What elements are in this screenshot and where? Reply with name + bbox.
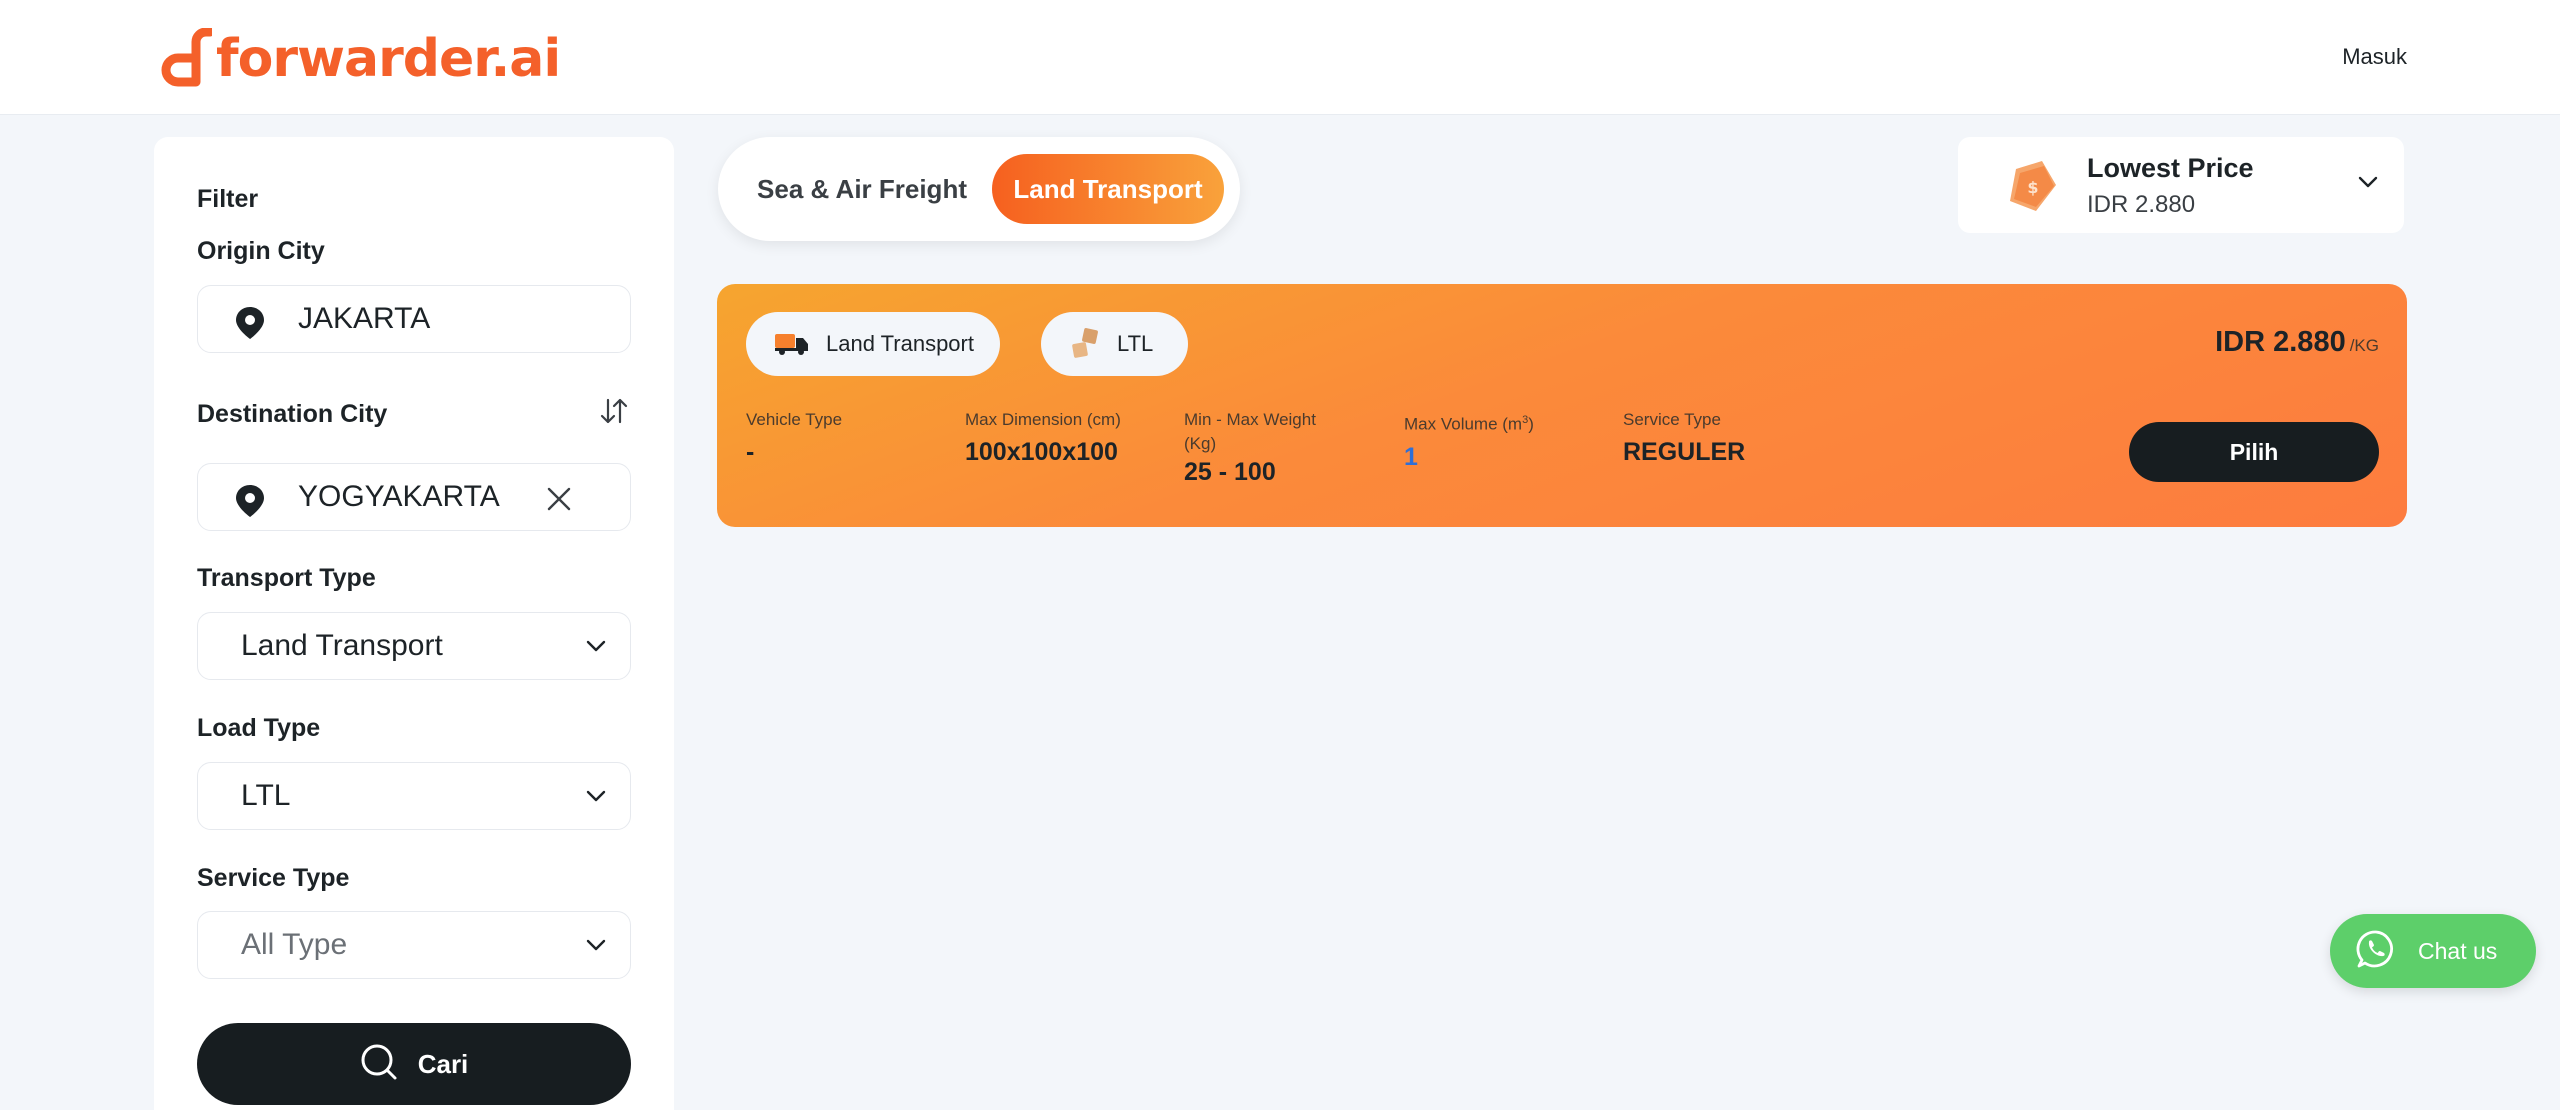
filter-title: Filter	[197, 185, 259, 213]
tab-sea-air-freight[interactable]: Sea & Air Freight	[752, 154, 972, 224]
chevron-down-icon	[586, 789, 606, 808]
origin-city-field[interactable]: JAKARTA	[197, 285, 631, 353]
load-type-label: Load Type	[197, 714, 321, 742]
select-button[interactable]: Pilih	[2129, 422, 2379, 482]
spec-label: Min - Max Weight (Kg)	[1184, 410, 1316, 453]
top-navbar: forwarder.ai Masuk	[0, 0, 2560, 115]
origin-city-value: JAKARTA	[298, 302, 431, 335]
price-amount: IDR 2.880	[2215, 326, 2346, 358]
logo-text: forwarder.ai	[216, 29, 561, 89]
chevron-down-icon	[2358, 175, 2378, 194]
boxes-icon	[1069, 327, 1101, 361]
service-type-label: Service Type	[197, 864, 350, 892]
chip-transport-label: Land Transport	[826, 331, 974, 356]
origin-city-label: Origin City	[197, 237, 325, 265]
transport-type-value: Land Transport	[241, 629, 443, 662]
filter-sidebar: Filter Origin City JAKARTA Destination C…	[154, 137, 674, 1110]
sort-title: Lowest Price	[2087, 153, 2254, 183]
load-type-select[interactable]: LTL	[197, 762, 631, 830]
swap-direction-icon[interactable]	[600, 396, 628, 431]
chevron-down-icon	[586, 938, 606, 957]
sort-value: IDR 2.880	[2087, 191, 2196, 218]
search-icon	[360, 1043, 398, 1086]
price-unit: /KG	[2349, 336, 2379, 355]
tab-land-transport[interactable]: Land Transport	[992, 154, 1224, 224]
logo[interactable]: forwarder.ai	[156, 24, 561, 94]
spec-max-volume: Max Volume (m3) 1	[1404, 408, 1534, 472]
result-card: Land Transport LTL IDR 2.880/KG Vehicle …	[717, 284, 2407, 527]
spec-vehicle-type: Vehicle Type -	[746, 408, 842, 467]
price: IDR 2.880/KG	[2215, 326, 2379, 359]
spec-value: REGULER	[1623, 438, 1746, 466]
truck-icon	[774, 332, 810, 356]
chip-load: LTL	[1041, 312, 1188, 376]
spec-label: Vehicle Type	[746, 410, 843, 429]
spec-weight-range: Min - Max Weight (Kg) 25 - 100	[1184, 408, 1344, 487]
spec-value: -	[746, 438, 755, 466]
search-button[interactable]: Cari	[197, 1023, 631, 1105]
load-type-value: LTL	[241, 779, 291, 812]
whatsapp-icon	[2356, 929, 2396, 974]
login-link[interactable]: Masuk	[2342, 44, 2407, 70]
chat-button[interactable]: Chat us	[2330, 914, 2536, 988]
map-pin-icon	[234, 306, 266, 345]
spec-service-type: Service Type REGULER	[1623, 408, 1745, 467]
spec-max-dimension: Max Dimension (cm) 100x100x100	[965, 408, 1121, 467]
spec-value: 1	[1404, 442, 1418, 471]
spec-label: Max Dimension (cm)	[965, 410, 1121, 429]
spec-label: Service Type	[1623, 410, 1721, 429]
chevron-down-icon	[586, 639, 606, 658]
logo-mark-icon	[156, 27, 215, 90]
service-type-select[interactable]: All Type	[197, 911, 631, 979]
transport-type-label: Transport Type	[197, 564, 376, 592]
service-type-placeholder: All Type	[241, 928, 348, 961]
svg-text:$: $	[2027, 178, 2038, 197]
destination-city-field[interactable]: YOGYAKARTA	[197, 463, 631, 531]
spec-label: Max Volume (m3)	[1404, 414, 1534, 434]
chip-transport: Land Transport	[746, 312, 1000, 376]
spec-value: 25 - 100	[1184, 458, 1276, 486]
chat-button-label: Chat us	[2418, 937, 2498, 964]
map-pin-icon	[234, 484, 266, 523]
search-button-label: Cari	[417, 1048, 469, 1079]
destination-city-value: YOGYAKARTA	[298, 480, 500, 513]
spec-value: 100x100x100	[965, 438, 1118, 466]
price-tag-icon: $	[2002, 157, 2062, 220]
chip-load-label: LTL	[1117, 331, 1154, 356]
transport-type-select[interactable]: Land Transport	[197, 612, 631, 680]
clear-icon[interactable]	[546, 486, 572, 517]
freight-mode-toggle: Sea & Air Freight Land Transport	[718, 137, 1240, 241]
destination-city-label: Destination City	[197, 400, 388, 428]
sort-dropdown[interactable]: $ Lowest Price IDR 2.880	[1958, 137, 2404, 233]
